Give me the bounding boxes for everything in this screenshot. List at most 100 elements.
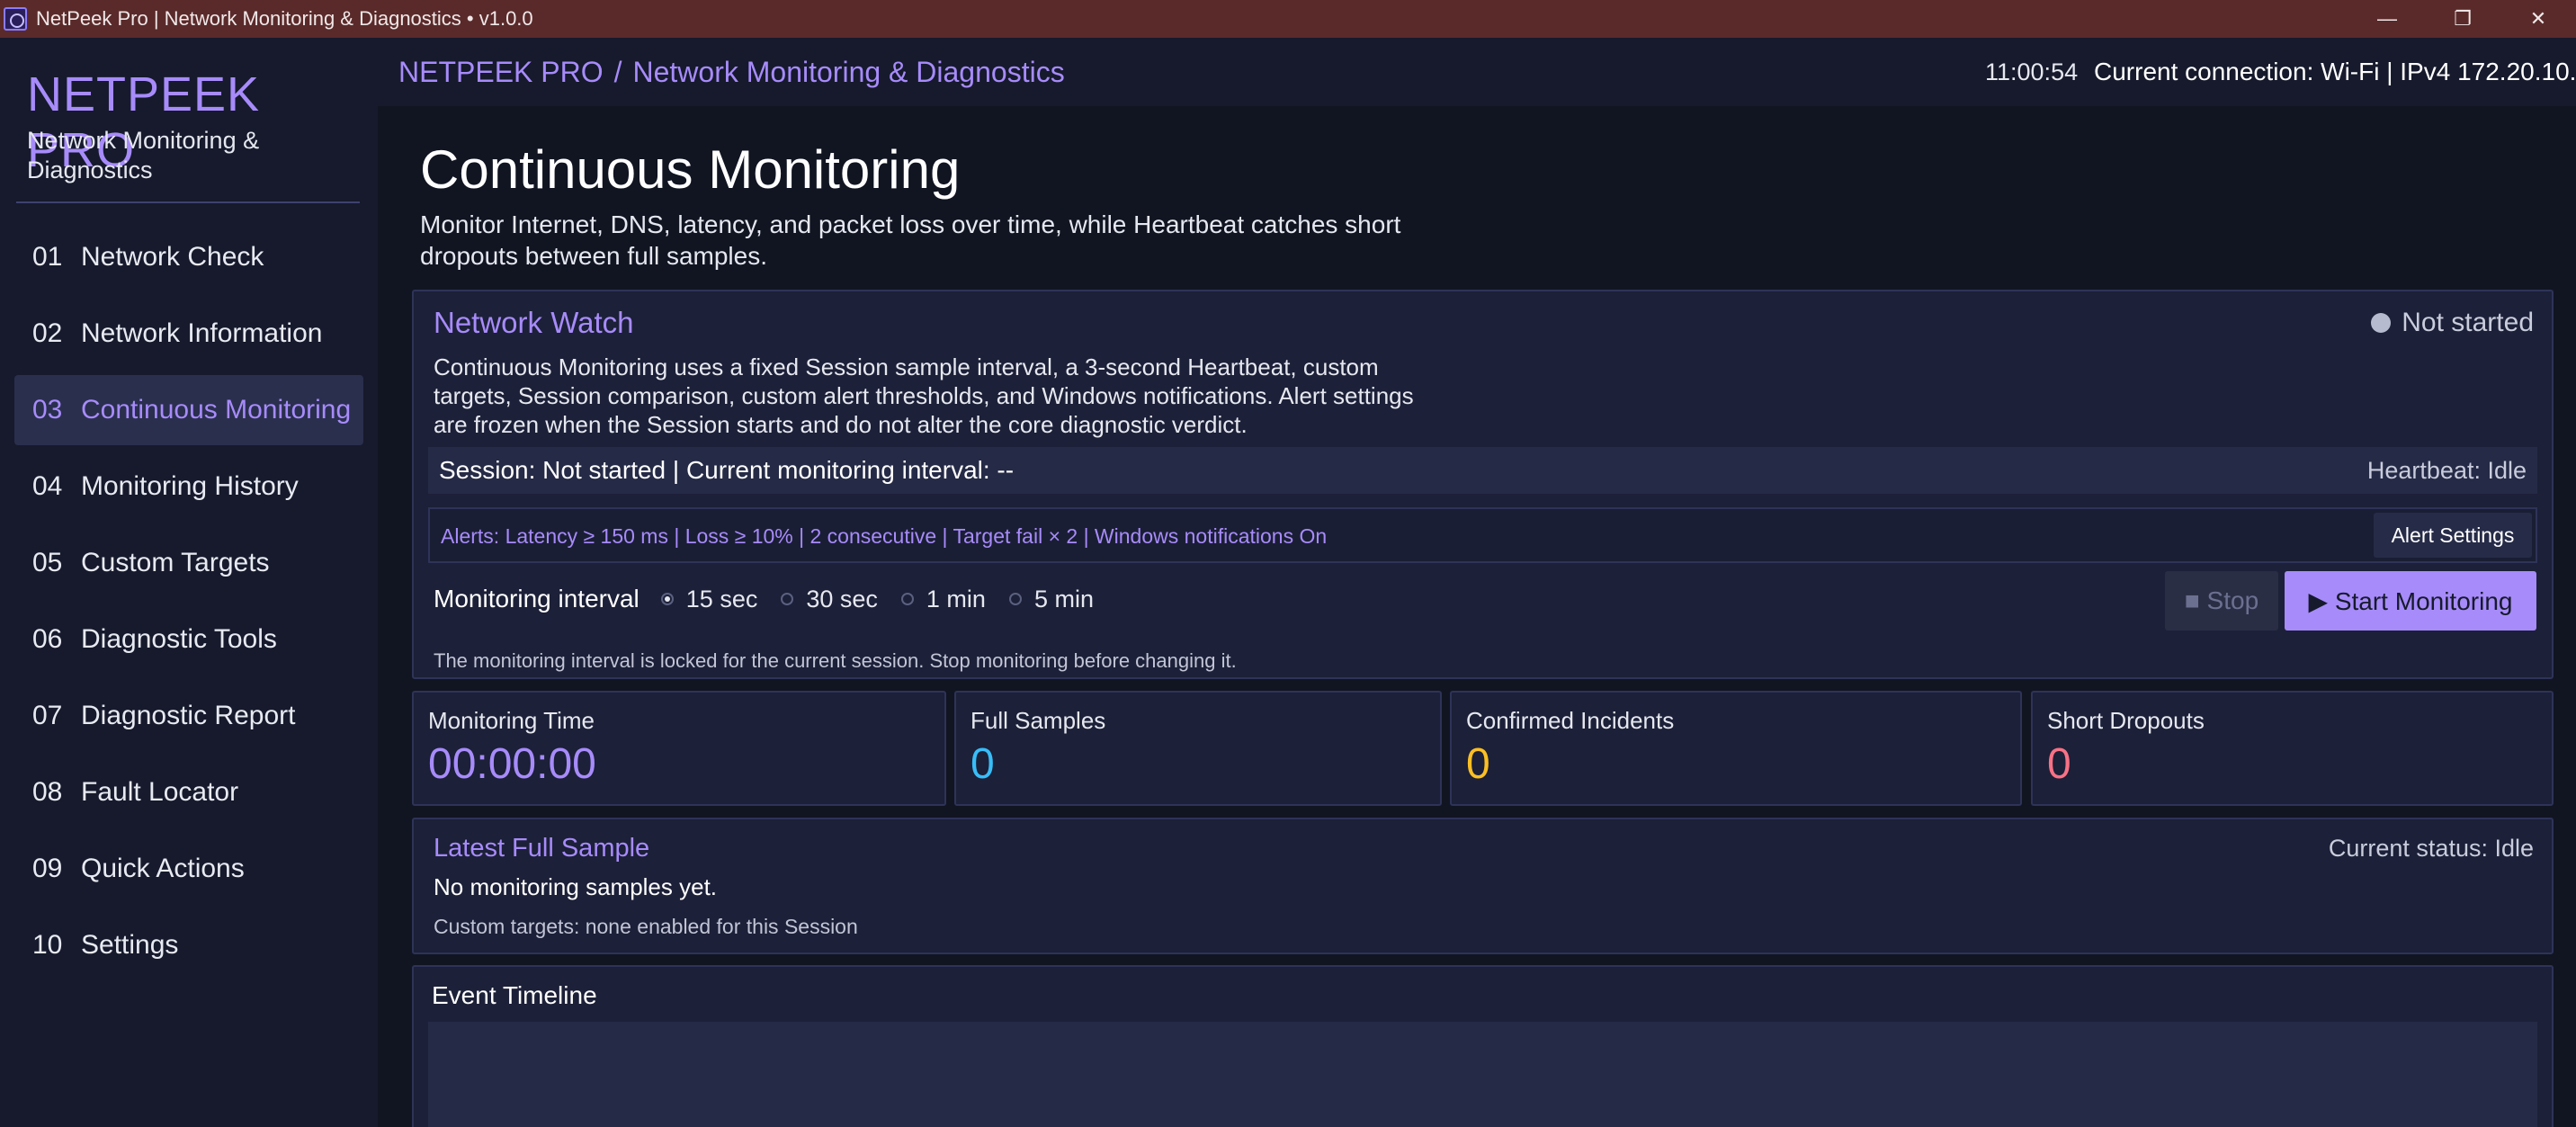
main-content: Continuous Monitoring Monitor Internet, … — [378, 106, 2576, 1127]
sidebar-item-network-check[interactable]: 01 Network Check — [14, 222, 363, 292]
nav-number: 07 — [32, 701, 63, 730]
alerts-summary: Alerts: Latency ≥ 150 ms | Loss ≥ 10% | … — [441, 524, 1328, 548]
breadcrumb-page: Network Monitoring & Diagnostics — [632, 56, 1065, 88]
nav-number: 03 — [32, 395, 63, 425]
stop-button[interactable]: ■ Stop — [2165, 571, 2278, 631]
current-status: Current status: Idle — [2328, 835, 2534, 862]
nav-label: Diagnostic Tools — [81, 624, 277, 654]
latest-sample-title: Latest Full Sample — [434, 834, 650, 863]
window-title: NetPeek Pro | Network Monitoring & Diagn… — [36, 7, 533, 30]
nav-label: Settings — [81, 930, 179, 960]
sidebar: NETPEEK PRO Network Monitoring & Diagnos… — [0, 38, 378, 1127]
stat-value: 00:00:00 — [428, 740, 596, 788]
network-watch-description: Continuous Monitoring uses a fixed Sessi… — [434, 353, 1414, 438]
nav-number: 01 — [32, 242, 63, 272]
sidebar-nav: 01 Network Check 02 Network Information 03… — [14, 222, 363, 987]
sidebar-item-diagnostic-tools[interactable]: 06 Diagnostic Tools — [14, 604, 363, 675]
stat-short-dropouts: Short Dropouts 0 — [2031, 691, 2554, 806]
restore-icon[interactable]: ❐ — [2425, 0, 2500, 38]
sidebar-item-monitoring-history[interactable]: 04 Monitoring History — [14, 452, 363, 522]
page-title: Continuous Monitoring — [420, 139, 961, 200]
session-bar: Session: Not started | Current monitorin… — [428, 447, 2537, 494]
sidebar-item-custom-targets[interactable]: 05 Custom Targets — [14, 528, 363, 598]
radio-label: 30 sec — [806, 585, 878, 613]
interval-radio-30-sec[interactable]: 30 sec — [781, 586, 878, 613]
start-monitoring-button[interactable]: ▶ Start Monitoring — [2285, 571, 2536, 631]
nav-number: 08 — [32, 777, 63, 807]
interval-radio-15-sec[interactable]: 15 sec — [660, 585, 758, 613]
radio-icon — [900, 593, 914, 605]
latest-sample-card: Latest Full Sample Current status: Idle … — [412, 818, 2554, 954]
sidebar-divider — [16, 201, 360, 203]
stat-value: 0 — [2047, 740, 2071, 788]
breadcrumb-root: NETPEEK PRO — [398, 56, 604, 88]
heartbeat-status: Heartbeat: Idle — [2366, 457, 2527, 484]
radio-label: 15 sec — [685, 585, 758, 613]
minimize-icon[interactable]: — — [2349, 0, 2425, 38]
custom-targets-note: Custom targets: none enabled for this Se… — [434, 915, 858, 938]
alert-settings-button[interactable]: Alert Settings — [2374, 513, 2532, 558]
radio-icon — [781, 593, 794, 605]
clock: 11:00:54 — [1985, 58, 2079, 85]
network-watch-title: Network Watch — [434, 306, 634, 339]
stat-label: Confirmed Incidents — [1466, 707, 1675, 734]
sidebar-item-settings[interactable]: 10 Settings — [14, 910, 363, 980]
radio-label: 1 min — [926, 585, 986, 613]
sidebar-item-diagnostic-report[interactable]: 07 Diagnostic Report — [14, 681, 363, 751]
breadcrumb-separator: / — [613, 56, 622, 88]
session-status: Session: Not started | Current monitorin… — [439, 456, 1015, 484]
nav-label: Monitoring History — [81, 471, 299, 501]
connection-info: Current connection: Wi-Fi | IPv4 172.20.… — [2094, 58, 2576, 85]
watch-status-badge: Not started — [2371, 308, 2534, 338]
watch-status-text: Not started — [2402, 308, 2534, 337]
network-watch-card: Network Watch Not started Continuous Mon… — [412, 290, 2554, 679]
app-logo-icon — [4, 7, 27, 31]
stat-label: Monitoring Time — [428, 707, 595, 734]
radio-icon — [1008, 593, 1022, 605]
interval-radio-5-min[interactable]: 5 min — [1008, 585, 1094, 613]
interval-radio-1-min[interactable]: 1 min — [900, 585, 986, 613]
stat-label: Full Samples — [970, 707, 1106, 734]
stat-full-samples: Full Samples 0 — [954, 691, 1442, 806]
sidebar-item-quick-actions[interactable]: 09 Quick Actions — [14, 834, 363, 904]
monitoring-interval-label: Monitoring interval — [434, 585, 640, 613]
window-controls: — ❐ ✕ — [2349, 0, 2576, 38]
nav-number: 10 — [32, 930, 63, 960]
nav-number: 04 — [32, 471, 63, 501]
window-titlebar: NetPeek Pro | Network Monitoring & Diagn… — [0, 0, 2576, 38]
nav-label: Diagnostic Report — [81, 701, 296, 730]
nav-number: 06 — [32, 624, 63, 654]
event-timeline-list[interactable] — [428, 1022, 2537, 1127]
event-timeline-card: Event Timeline — [412, 965, 2554, 1127]
sidebar-item-continuous-monitoring[interactable]: 03 Continuous Monitoring — [14, 375, 363, 445]
nav-number: 05 — [32, 548, 63, 577]
status-dot-icon — [2371, 313, 2392, 333]
stat-value: 0 — [970, 740, 995, 788]
nav-label: Fault Locator — [81, 777, 239, 807]
stat-confirmed-incidents: Confirmed Incidents 0 — [1450, 691, 2022, 806]
close-icon[interactable]: ✕ — [2500, 0, 2576, 38]
nav-label: Continuous Monitoring — [81, 395, 352, 425]
radio-label: 5 min — [1033, 585, 1094, 613]
event-timeline-title: Event Timeline — [432, 981, 597, 1009]
nav-number: 02 — [32, 318, 63, 348]
nav-number: 09 — [32, 854, 63, 883]
nav-label: Quick Actions — [81, 854, 245, 883]
sidebar-item-network-information[interactable]: 02 Network Information — [14, 299, 363, 369]
stat-label: Short Dropouts — [2047, 707, 2205, 734]
interval-lock-note: The monitoring interval is locked for th… — [434, 649, 1237, 672]
page-description: Monitor Internet, DNS, latency, and pack… — [420, 210, 1401, 270]
sidebar-item-fault-locator[interactable]: 08 Fault Locator — [14, 757, 363, 827]
nav-label: Network Check — [81, 242, 264, 272]
stat-monitoring-time: Monitoring Time 00:00:00 — [412, 691, 946, 806]
breadcrumb: NETPEEK PRO / Network Monitoring & Diagnos… — [398, 56, 1065, 89]
brand-subtitle: Network Monitoring & Diagnostics — [27, 127, 260, 183]
alerts-bar: Alerts: Latency ≥ 150 ms | Loss ≥ 10% | … — [428, 507, 2537, 563]
monitoring-interval-group: Monitoring interval 15 sec 30 sec 1 min … — [434, 585, 1117, 613]
stat-value: 0 — [1466, 740, 1490, 788]
top-header: NETPEEK PRO / Network Monitoring & Diagnos… — [378, 38, 2576, 106]
nav-label: Network Information — [81, 318, 323, 348]
radio-selected-icon — [660, 593, 674, 605]
empty-samples-message: No monitoring samples yet. — [434, 873, 718, 900]
nav-label: Custom Targets — [81, 548, 270, 577]
